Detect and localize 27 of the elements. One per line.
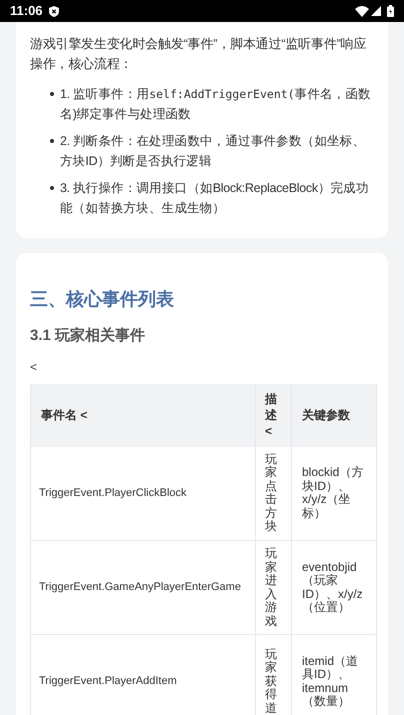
table-cell: 玩家进入游戏 xyxy=(256,540,292,634)
status-time: 11:06 xyxy=(10,2,43,20)
bullet-icon xyxy=(50,139,54,143)
intro-paragraph: 游戏引擎发生变化时会触发“事件”，脚本通过“监听事件”响应操作，核心流程： xyxy=(30,35,368,73)
shield-icon xyxy=(48,6,59,16)
column-header: 描述 < xyxy=(256,384,292,446)
step-text: 1. 监听事件：用 self:AddTriggerEvent(事件名，函数名)绑定事件与处理函数 xyxy=(60,86,372,123)
bullet-icon xyxy=(50,186,54,190)
section-subheading: 3.1 玩家相关事件 xyxy=(30,326,146,346)
table-cell: 玩家点击方块 xyxy=(256,446,292,540)
column-header: 事件名 < xyxy=(30,384,256,446)
step-text: 3. 执行操作：调用接口（如Block:ReplaceBlock）完成功能（如替换方块、生成生物） xyxy=(60,180,370,217)
bullet-icon xyxy=(50,92,54,96)
wifi-icon xyxy=(355,6,369,16)
step-text: 2. 判断条件：在处理函数中，通过事件参数（如坐标、方块ID）判断是否执行逻辑 xyxy=(60,133,366,170)
table-cell: eventobjid（玩家ID）、x/y/z（位置） xyxy=(292,540,376,634)
table-cell: TriggerEvent.GameAnyPlayerEnterGame xyxy=(30,540,256,634)
table-cell: TriggerEvent.PlayerAddItem xyxy=(30,634,256,715)
table-cell: 玩家获得道 xyxy=(256,634,292,715)
section-heading: 三、核心事件列表 xyxy=(30,288,175,311)
signal-icon xyxy=(371,6,381,16)
table-cell: TriggerEvent.PlayerClickBlock xyxy=(30,446,256,540)
table-cell: blockid（方块ID）、x/y/z（坐标） xyxy=(292,446,376,540)
battery-icon xyxy=(387,5,394,17)
table-cell: itemid（道具ID）、itemnum（数量） xyxy=(292,634,376,715)
stray-mark: < xyxy=(30,358,38,376)
column-header: 关键参数 xyxy=(292,384,376,446)
